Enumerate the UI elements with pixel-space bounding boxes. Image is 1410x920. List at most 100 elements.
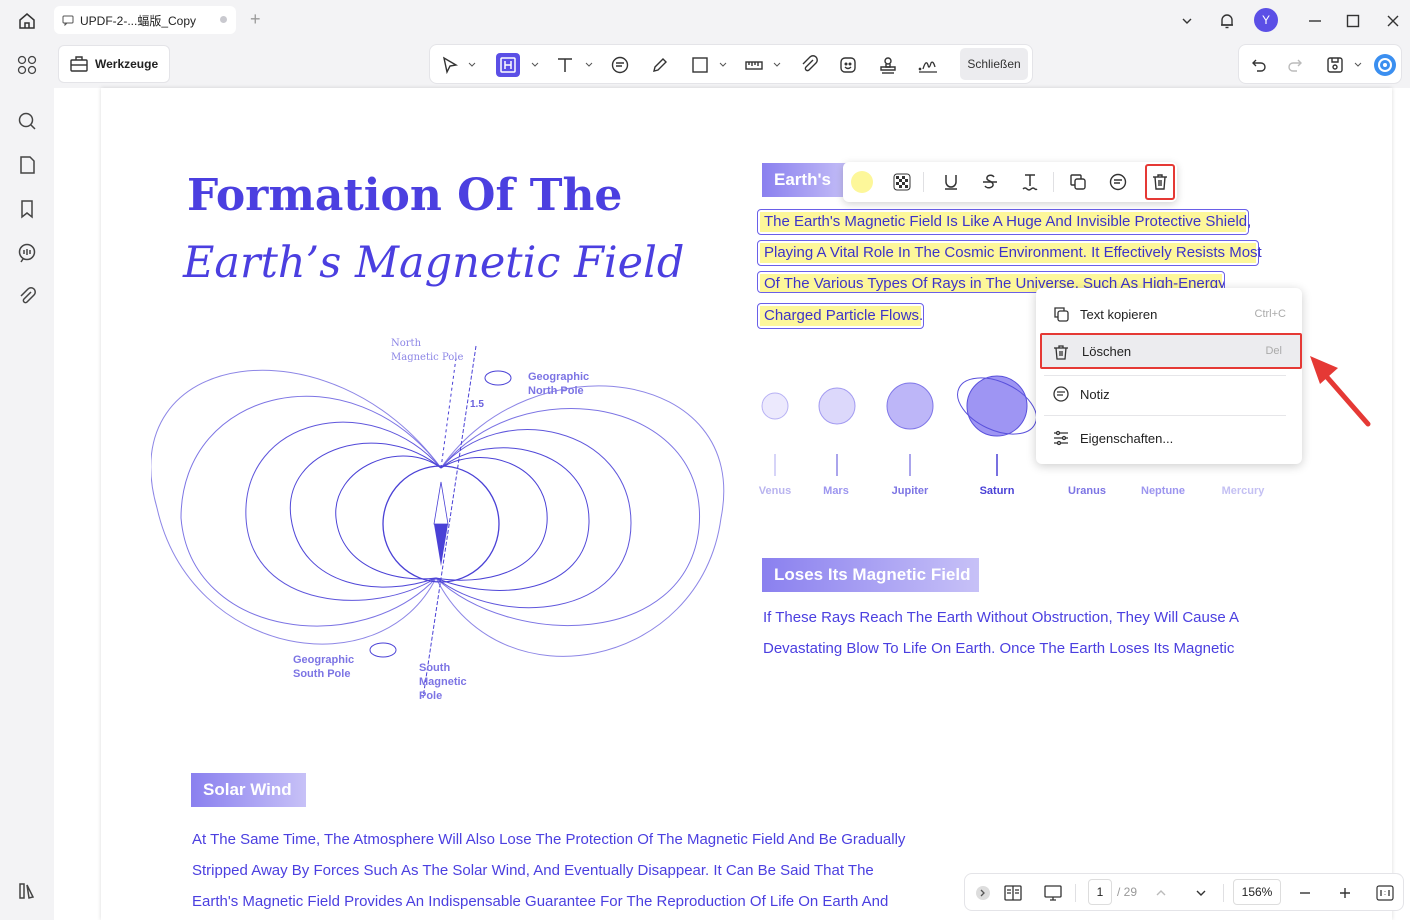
reading-mode-icon[interactable] — [1003, 883, 1023, 903]
undo-icon[interactable] — [1247, 53, 1271, 77]
attach-file-icon[interactable] — [797, 53, 821, 77]
planet-label: Uranus — [1068, 485, 1106, 497]
planet-label: Venus — [758, 485, 792, 497]
new-tab-button[interactable]: + — [250, 10, 261, 28]
highlight-annotation[interactable]: Playing A Vital Role In The Cosmic Envir… — [757, 240, 1262, 266]
section-heading-solar-wind: Solar Wind — [191, 773, 306, 807]
thumbnails-icon[interactable] — [16, 54, 38, 76]
note-icon — [1053, 386, 1069, 402]
context-menu: Text kopieren Ctrl+C Löschen Del Notiz E… — [1036, 288, 1302, 464]
callout-arrow — [1310, 356, 1371, 427]
comment-icon[interactable] — [608, 53, 632, 77]
planet-label: Mercury — [1221, 485, 1265, 497]
bottom-bar: / 29 — [964, 873, 1404, 911]
menu-item-label: Eigenschaften... — [1080, 430, 1174, 446]
menu-item-note[interactable]: Notiz — [1044, 377, 1294, 411]
ai-assistant-icon[interactable] — [1373, 53, 1397, 77]
next-page-icon[interactable] — [1191, 883, 1211, 903]
left-sidebar — [0, 40, 54, 920]
highlight-annotation[interactable]: The Earth's Magnetic Field Is Like A Hug… — [757, 209, 1251, 235]
shortcut-label: Ctrl+C — [1254, 308, 1286, 320]
search-icon[interactable] — [16, 110, 38, 132]
previous-page-icon[interactable] — [1151, 883, 1171, 903]
shortcut-label: Del — [1265, 345, 1282, 357]
actual-size-icon[interactable] — [1375, 883, 1395, 903]
highlighted-text: Playing A Vital Role In The Cosmic Envir… — [760, 243, 1262, 263]
rectangle-icon[interactable] — [688, 53, 712, 77]
collapse-icon[interactable] — [973, 883, 993, 903]
tools-button[interactable]: Werkzeuge — [58, 45, 170, 83]
paragraph-line: Stripped Away By Forces Such As The Sola… — [192, 862, 874, 879]
page-total: / 29 — [1117, 885, 1138, 899]
zoom-out-icon[interactable] — [1295, 883, 1315, 903]
signature-icon[interactable] — [916, 53, 940, 77]
chevron-down-icon[interactable] — [1176, 10, 1198, 32]
chevron-down-icon[interactable] — [719, 62, 727, 68]
stamp-icon[interactable] — [876, 53, 900, 77]
tab-bar: UPDF-2-...蝠版_Copy + Y — [0, 0, 1410, 40]
chevron-down-icon[interactable] — [1354, 62, 1362, 68]
minimize-icon[interactable] — [1304, 10, 1326, 32]
menu-separator — [1044, 415, 1286, 416]
zoom-level[interactable]: 156% — [1233, 879, 1281, 905]
page-subtitle: Earth’s Magnetic Field — [183, 238, 685, 288]
close-tab-icon[interactable] — [220, 16, 227, 23]
layers-icon[interactable] — [16, 880, 38, 902]
save-icon[interactable] — [1323, 53, 1347, 77]
squiggly-icon[interactable] — [1018, 170, 1042, 194]
highlight-tool-icon[interactable] — [496, 53, 520, 77]
copy-icon[interactable] — [1066, 170, 1090, 194]
select-tool-icon[interactable] — [438, 53, 462, 77]
home-icon[interactable] — [16, 10, 38, 32]
magnetic-field-diagram — [151, 345, 725, 699]
text-tool-icon[interactable] — [553, 53, 577, 77]
geographic-south-pole-label: Geographic South Pole — [293, 654, 355, 680]
divider — [1053, 172, 1054, 192]
presentation-icon[interactable] — [1043, 883, 1063, 903]
toolbox-icon — [70, 56, 88, 72]
menu-item-delete[interactable]: Löschen Del — [1040, 333, 1302, 369]
north-magnetic-pole-label: North Magnetic Pole — [391, 338, 464, 363]
chevron-down-icon[interactable] — [773, 62, 781, 68]
south-magnetic-pole-label: South Magnetic Pole — [419, 662, 467, 702]
avatar[interactable]: Y — [1254, 8, 1278, 32]
zoom-in-icon[interactable] — [1335, 883, 1355, 903]
properties-icon — [1054, 430, 1068, 446]
paragraph-line: If These Rays Reach The Earth Without Ob… — [763, 609, 1240, 626]
page-icon[interactable] — [16, 154, 38, 176]
planet-label: Mars — [823, 485, 849, 497]
document-tab[interactable]: UPDF-2-...蝠版_Copy — [54, 6, 236, 34]
bookmark-icon[interactable] — [16, 198, 38, 220]
tools-label: Werkzeuge — [95, 57, 159, 71]
sticker-icon[interactable] — [836, 53, 860, 77]
bell-icon[interactable] — [1216, 10, 1238, 32]
opacity-icon[interactable] — [890, 170, 914, 194]
planet-label: Jupiter — [891, 485, 929, 497]
page-number-input[interactable]: 1 — [1088, 879, 1112, 905]
measure-icon[interactable] — [742, 53, 766, 77]
note-icon[interactable] — [1106, 170, 1130, 194]
chevron-down-icon[interactable] — [585, 62, 593, 68]
close-window-icon[interactable] — [1382, 10, 1404, 32]
menu-item-properties[interactable]: Eigenschaften... — [1044, 421, 1294, 455]
comments-panel-icon[interactable] — [16, 242, 38, 264]
highlighted-text: The Earth's Magnetic Field Is Like A Hug… — [760, 212, 1251, 232]
close-edit-button[interactable]: Schließen — [960, 48, 1028, 80]
redo-icon[interactable] — [1283, 53, 1307, 77]
menu-item-label: Löschen — [1082, 343, 1132, 359]
highlighted-text: Charged Particle Flows. — [760, 306, 923, 326]
delete-icon[interactable] — [1145, 164, 1175, 200]
strikethrough-icon[interactable] — [978, 170, 1002, 194]
pen-icon[interactable] — [648, 53, 672, 77]
menu-item-label: Text kopieren — [1080, 306, 1158, 322]
attachment-icon[interactable] — [16, 286, 38, 308]
page-title: Formation Of The — [187, 170, 623, 221]
menu-item-copy-text[interactable]: Text kopieren Ctrl+C — [1044, 297, 1294, 331]
maximize-icon[interactable] — [1342, 10, 1364, 32]
chevron-down-icon[interactable] — [468, 62, 476, 68]
color-picker-icon[interactable] — [850, 170, 874, 194]
paragraph-line: At The Same Time, The Atmosphere Will Al… — [192, 831, 906, 848]
underline-icon[interactable] — [939, 170, 963, 194]
highlight-annotation[interactable]: Charged Particle Flows. — [757, 303, 924, 329]
chevron-down-icon[interactable] — [531, 62, 539, 68]
